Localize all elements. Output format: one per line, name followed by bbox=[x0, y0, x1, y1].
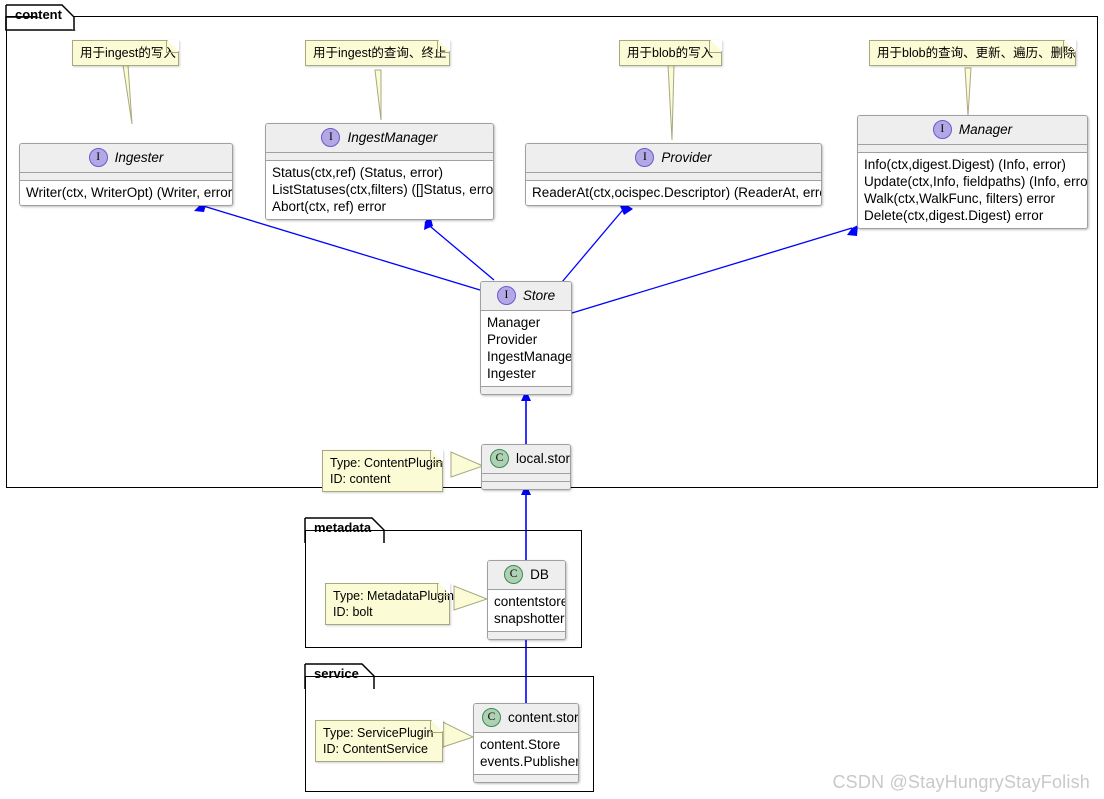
interface-provider[interactable]: I Provider ReaderAt(ctx,ocispec.Descript… bbox=[525, 143, 822, 206]
note-fold-corner bbox=[430, 450, 443, 463]
method-row: Status(ctx,ref) (Status, error) bbox=[272, 165, 444, 180]
attributes-compartment bbox=[20, 173, 232, 180]
note-ingester: 用于ingest的写入 bbox=[72, 40, 179, 66]
note-provider: 用于blob的写入 bbox=[619, 40, 722, 66]
class-db-header: C DB bbox=[488, 561, 565, 589]
note-text: Type: MetadataPlugin bbox=[333, 589, 454, 603]
note-content-store: Type: ServicePlugin ID: ContentService bbox=[315, 720, 443, 762]
method-row: Provider bbox=[487, 332, 538, 347]
note-fold-corner bbox=[1063, 40, 1076, 53]
interface-ingest-manager[interactable]: I IngestManager Status(ctx,ref) (Status,… bbox=[265, 123, 494, 220]
interface-ingester-name: Ingester bbox=[114, 150, 164, 165]
diagram-canvas: content metadata service 用于ingest的写入 用于i… bbox=[0, 0, 1104, 799]
class-badge-icon: C bbox=[482, 708, 501, 727]
interface-provider-header: I Provider bbox=[526, 144, 821, 172]
class-content-store[interactable]: C content.store content.Store events.Pub… bbox=[473, 703, 579, 783]
methods-compartment bbox=[482, 482, 570, 489]
note-fold-corner bbox=[437, 40, 450, 53]
note-text: 用于blob的查询、更新、遍历、删除 bbox=[877, 46, 1076, 60]
interface-ingest-manager-name: IngestManager bbox=[347, 130, 438, 145]
package-content-label: content bbox=[6, 5, 74, 25]
note-ingest-manager: 用于ingest的查询、终止 bbox=[305, 40, 450, 66]
interface-badge-icon: I bbox=[496, 286, 516, 305]
class-content-store-header: C content.store bbox=[474, 704, 578, 732]
note-fold-corner bbox=[709, 40, 722, 53]
class-content-store-name: content.store bbox=[508, 710, 579, 725]
method-row: ListStatuses(ctx,filters) ([]Status, err… bbox=[272, 182, 494, 197]
methods-compartment: ReaderAt(ctx,ocispec.Descriptor) (Reader… bbox=[526, 181, 821, 205]
method-row: ReaderAt(ctx,ocispec.Descriptor) (Reader… bbox=[532, 185, 822, 200]
note-db: Type: MetadataPlugin ID: bolt bbox=[325, 583, 454, 625]
interface-badge-icon: I bbox=[635, 148, 655, 167]
class-local-store[interactable]: C local.store bbox=[481, 444, 571, 490]
interface-store[interactable]: I Store Manager Provider IngestManager I… bbox=[480, 281, 572, 395]
note-local-store: Type: ContentPlugin ID: content bbox=[322, 450, 443, 492]
package-service-name: service bbox=[314, 666, 359, 681]
method-row: Ingester bbox=[487, 366, 536, 381]
interface-manager-name: Manager bbox=[958, 122, 1013, 137]
method-row: IngestManager bbox=[487, 349, 572, 364]
note-text: ID: ContentService bbox=[323, 742, 428, 756]
watermark: CSDN @StayHungryStayFolish bbox=[832, 772, 1090, 792]
method-row: Info(ctx,digest.Digest) (Info, error) bbox=[864, 157, 1066, 172]
method-row: Manager bbox=[487, 315, 541, 330]
package-metadata-label: metadata bbox=[305, 518, 383, 538]
class-badge-icon: C bbox=[504, 565, 524, 584]
interface-badge-icon: I bbox=[321, 128, 341, 147]
attributes-compartment bbox=[858, 145, 1087, 152]
method-row: Writer(ctx, WriterOpt) (Writer, error) bbox=[26, 185, 233, 200]
attributes-compartment bbox=[526, 173, 821, 180]
methods-compartment: Manager Provider IngestManager Ingester bbox=[481, 311, 571, 386]
class-db-name: DB bbox=[530, 567, 549, 582]
methods-compartment: Writer(ctx, WriterOpt) (Writer, error) bbox=[20, 181, 232, 205]
package-service-label: service bbox=[305, 664, 373, 684]
method-row: Abort(ctx, ref) error bbox=[272, 199, 387, 214]
interface-badge-icon: I bbox=[88, 148, 108, 167]
class-local-store-name: local.store bbox=[516, 451, 571, 466]
methods-compartment: Status(ctx,ref) (Status, error) ListStat… bbox=[266, 161, 493, 219]
interface-ingester[interactable]: I Ingester Writer(ctx, WriterOpt) (Write… bbox=[19, 143, 233, 206]
interface-manager-header: I Manager bbox=[858, 116, 1087, 144]
note-fold-corner bbox=[166, 40, 179, 53]
interface-store-name: Store bbox=[522, 288, 556, 303]
methods-compartment bbox=[474, 775, 578, 782]
note-fold-corner bbox=[437, 583, 450, 596]
interface-provider-name: Provider bbox=[661, 150, 712, 165]
note-manager: 用于blob的查询、更新、遍历、删除 bbox=[869, 40, 1076, 66]
member-row: snapshotter bbox=[494, 611, 565, 626]
member-row: events.Publisher bbox=[480, 754, 579, 769]
note-text: ID: bolt bbox=[333, 605, 373, 619]
methods-compartment bbox=[488, 632, 565, 639]
class-local-store-header: C local.store bbox=[482, 445, 570, 473]
note-text: Type: ContentPlugin bbox=[330, 456, 443, 470]
note-text: 用于blob的写入 bbox=[627, 46, 714, 60]
method-row: Delete(ctx,digest.Digest) error bbox=[864, 208, 1044, 223]
package-content-name: content bbox=[15, 7, 62, 22]
attributes-compartment: content.Store events.Publisher bbox=[474, 733, 578, 774]
attributes-compartment bbox=[266, 153, 493, 160]
member-row: content.Store bbox=[480, 737, 561, 752]
class-badge-icon: C bbox=[490, 449, 509, 468]
attributes-compartment: contentstore snapshotter bbox=[488, 590, 565, 631]
extra-compartment bbox=[481, 387, 571, 394]
interface-badge-icon: I bbox=[932, 120, 952, 139]
note-text: ID: content bbox=[330, 472, 391, 486]
interface-ingester-header: I Ingester bbox=[20, 144, 232, 172]
note-text: 用于ingest的查询、终止 bbox=[313, 46, 447, 60]
interface-manager[interactable]: I Manager Info(ctx,digest.Digest) (Info,… bbox=[857, 115, 1088, 229]
class-db[interactable]: C DB contentstore snapshotter bbox=[487, 560, 566, 640]
package-metadata-name: metadata bbox=[314, 520, 372, 535]
note-fold-corner bbox=[430, 720, 443, 733]
methods-compartment: Info(ctx,digest.Digest) (Info, error) Up… bbox=[858, 153, 1087, 228]
note-text: 用于ingest的写入 bbox=[80, 46, 176, 60]
attributes-compartment bbox=[482, 474, 570, 481]
method-row: Walk(ctx,WalkFunc, filters) error bbox=[864, 191, 1056, 206]
package-content-frame bbox=[6, 16, 1098, 488]
member-row: contentstore bbox=[494, 594, 566, 609]
interface-store-header: I Store bbox=[481, 282, 571, 310]
interface-ingest-manager-header: I IngestManager bbox=[266, 124, 493, 152]
note-text: Type: ServicePlugin bbox=[323, 726, 434, 740]
method-row: Update(ctx,Info, fieldpaths) (Info, erro… bbox=[864, 174, 1088, 189]
